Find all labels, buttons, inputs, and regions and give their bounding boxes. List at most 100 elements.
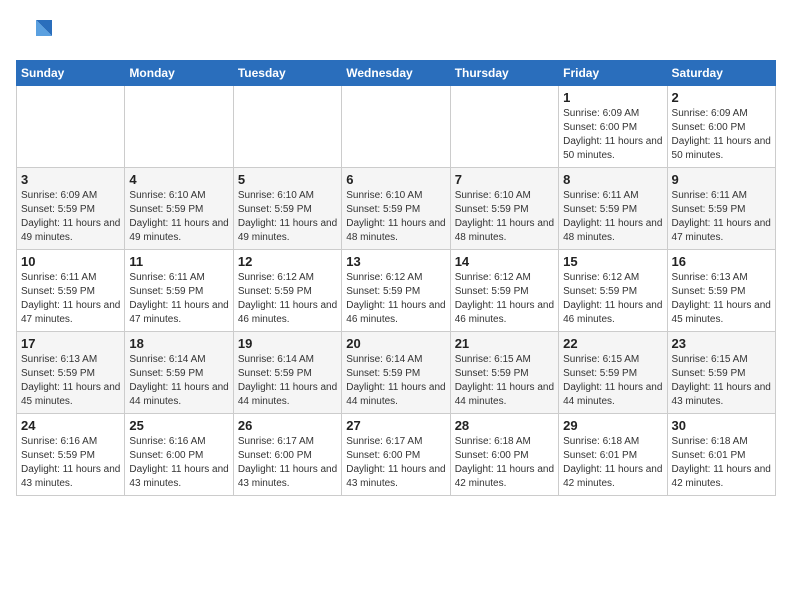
col-header-friday: Friday [559,61,667,86]
calendar-cell [125,86,233,168]
calendar-cell: 27 Sunrise: 6:17 AM Sunset: 6:00 PM Dayli… [342,414,450,496]
calendar-cell: 20 Sunrise: 6:14 AM Sunset: 5:59 PM Dayli… [342,332,450,414]
day-number: 18 [129,336,228,351]
calendar-cell: 2 Sunrise: 6:09 AM Sunset: 6:00 PM Daylig… [667,86,775,168]
day-info: Sunrise: 6:10 AM Sunset: 5:59 PM Dayligh… [455,189,554,245]
day-info: Sunrise: 6:15 AM Sunset: 5:59 PM Dayligh… [672,353,771,409]
day-info: Sunrise: 6:15 AM Sunset: 5:59 PM Dayligh… [563,353,662,409]
day-number: 15 [563,254,662,269]
day-number: 4 [129,172,228,187]
day-info: Sunrise: 6:10 AM Sunset: 5:59 PM Dayligh… [346,189,445,245]
calendar-cell: 16 Sunrise: 6:13 AM Sunset: 5:59 PM Dayli… [667,250,775,332]
day-info: Sunrise: 6:14 AM Sunset: 5:59 PM Dayligh… [346,353,445,409]
col-header-tuesday: Tuesday [233,61,341,86]
day-number: 25 [129,418,228,433]
day-number: 12 [238,254,337,269]
day-number: 21 [455,336,554,351]
day-number: 24 [21,418,120,433]
day-info: Sunrise: 6:17 AM Sunset: 6:00 PM Dayligh… [346,435,445,491]
day-info: Sunrise: 6:10 AM Sunset: 5:59 PM Dayligh… [129,189,228,245]
calendar-table: SundayMondayTuesdayWednesdayThursdayFrid… [16,60,776,496]
day-number: 6 [346,172,445,187]
day-number: 26 [238,418,337,433]
day-info: Sunrise: 6:16 AM Sunset: 6:00 PM Dayligh… [129,435,228,491]
calendar-cell: 19 Sunrise: 6:14 AM Sunset: 5:59 PM Dayli… [233,332,341,414]
day-number: 10 [21,254,120,269]
day-number: 22 [563,336,662,351]
day-number: 27 [346,418,445,433]
day-number: 14 [455,254,554,269]
calendar-cell: 28 Sunrise: 6:18 AM Sunset: 6:00 PM Dayli… [450,414,558,496]
day-number: 20 [346,336,445,351]
col-header-monday: Monday [125,61,233,86]
day-number: 23 [672,336,771,351]
day-number: 19 [238,336,337,351]
calendar-week-1: 1 Sunrise: 6:09 AM Sunset: 6:00 PM Daylig… [17,86,776,168]
calendar-cell: 5 Sunrise: 6:10 AM Sunset: 5:59 PM Daylig… [233,168,341,250]
calendar-cell [450,86,558,168]
day-info: Sunrise: 6:16 AM Sunset: 5:59 PM Dayligh… [21,435,120,491]
day-info: Sunrise: 6:09 AM Sunset: 6:00 PM Dayligh… [563,107,662,163]
day-info: Sunrise: 6:09 AM Sunset: 5:59 PM Dayligh… [21,189,120,245]
page-header [16,16,776,52]
day-info: Sunrise: 6:18 AM Sunset: 6:01 PM Dayligh… [672,435,771,491]
calendar-cell: 3 Sunrise: 6:09 AM Sunset: 5:59 PM Daylig… [17,168,125,250]
calendar-cell [342,86,450,168]
day-number: 29 [563,418,662,433]
calendar-cell: 29 Sunrise: 6:18 AM Sunset: 6:01 PM Dayli… [559,414,667,496]
day-info: Sunrise: 6:12 AM Sunset: 5:59 PM Dayligh… [346,271,445,327]
calendar-cell: 22 Sunrise: 6:15 AM Sunset: 5:59 PM Dayli… [559,332,667,414]
day-info: Sunrise: 6:09 AM Sunset: 6:00 PM Dayligh… [672,107,771,163]
day-info: Sunrise: 6:15 AM Sunset: 5:59 PM Dayligh… [455,353,554,409]
day-info: Sunrise: 6:12 AM Sunset: 5:59 PM Dayligh… [563,271,662,327]
day-info: Sunrise: 6:11 AM Sunset: 5:59 PM Dayligh… [563,189,662,245]
col-header-sunday: Sunday [17,61,125,86]
logo [16,16,56,52]
calendar-cell: 13 Sunrise: 6:12 AM Sunset: 5:59 PM Dayli… [342,250,450,332]
calendar-cell: 21 Sunrise: 6:15 AM Sunset: 5:59 PM Dayli… [450,332,558,414]
day-number: 3 [21,172,120,187]
day-info: Sunrise: 6:13 AM Sunset: 5:59 PM Dayligh… [21,353,120,409]
calendar-cell: 11Sunrise: 6:11 AM Sunset: 5:59 PM Dayli… [125,250,233,332]
day-number: 8 [563,172,662,187]
calendar-cell: 14 Sunrise: 6:12 AM Sunset: 5:59 PM Dayli… [450,250,558,332]
calendar-week-3: 10 Sunrise: 6:11 AM Sunset: 5:59 PM Dayli… [17,250,776,332]
day-info: Sunrise: 6:18 AM Sunset: 6:01 PM Dayligh… [563,435,662,491]
day-number: 1 [563,90,662,105]
day-info: Sunrise: 6:13 AM Sunset: 5:59 PM Dayligh… [672,271,771,327]
calendar-cell: 8 Sunrise: 6:11 AM Sunset: 5:59 PM Daylig… [559,168,667,250]
day-number: 16 [672,254,771,269]
day-number: 11 [129,254,228,269]
calendar-cell: 10 Sunrise: 6:11 AM Sunset: 5:59 PM Dayli… [17,250,125,332]
day-info: Sunrise: 6:10 AM Sunset: 5:59 PM Dayligh… [238,189,337,245]
col-header-saturday: Saturday [667,61,775,86]
day-info: Sunrise: 6:14 AM Sunset: 5:59 PM Dayligh… [129,353,228,409]
day-number: 5 [238,172,337,187]
col-header-thursday: Thursday [450,61,558,86]
calendar-cell: 12Sunrise: 6:12 AM Sunset: 5:59 PM Dayli… [233,250,341,332]
day-number: 17 [21,336,120,351]
day-info: Sunrise: 6:11 AM Sunset: 5:59 PM Dayligh… [21,271,120,327]
day-number: 13 [346,254,445,269]
calendar-cell: 18 Sunrise: 6:14 AM Sunset: 5:59 PM Dayli… [125,332,233,414]
calendar-week-4: 17 Sunrise: 6:13 AM Sunset: 5:59 PM Dayli… [17,332,776,414]
calendar-cell [17,86,125,168]
day-number: 7 [455,172,554,187]
calendar-cell: 9 Sunrise: 6:11 AM Sunset: 5:59 PM Daylig… [667,168,775,250]
day-info: Sunrise: 6:11 AM Sunset: 5:59 PM Dayligh… [672,189,771,245]
calendar-cell: 26Sunrise: 6:17 AM Sunset: 6:00 PM Dayli… [233,414,341,496]
calendar-cell: 6 Sunrise: 6:10 AM Sunset: 5:59 PM Daylig… [342,168,450,250]
day-number: 9 [672,172,771,187]
calendar-week-5: 24 Sunrise: 6:16 AM Sunset: 5:59 PM Dayli… [17,414,776,496]
calendar-cell: 4 Sunrise: 6:10 AM Sunset: 5:59 PM Daylig… [125,168,233,250]
day-number: 2 [672,90,771,105]
day-info: Sunrise: 6:18 AM Sunset: 6:00 PM Dayligh… [455,435,554,491]
day-number: 28 [455,418,554,433]
day-number: 30 [672,418,771,433]
day-info: Sunrise: 6:12 AM Sunset: 5:59 PM Dayligh… [455,271,554,327]
calendar-cell: 7 Sunrise: 6:10 AM Sunset: 5:59 PM Daylig… [450,168,558,250]
calendar-cell: 24 Sunrise: 6:16 AM Sunset: 5:59 PM Dayli… [17,414,125,496]
calendar-cell: 15 Sunrise: 6:12 AM Sunset: 5:59 PM Dayli… [559,250,667,332]
day-info: Sunrise: 6:14 AM Sunset: 5:59 PM Dayligh… [238,353,337,409]
logo-icon [16,16,52,52]
